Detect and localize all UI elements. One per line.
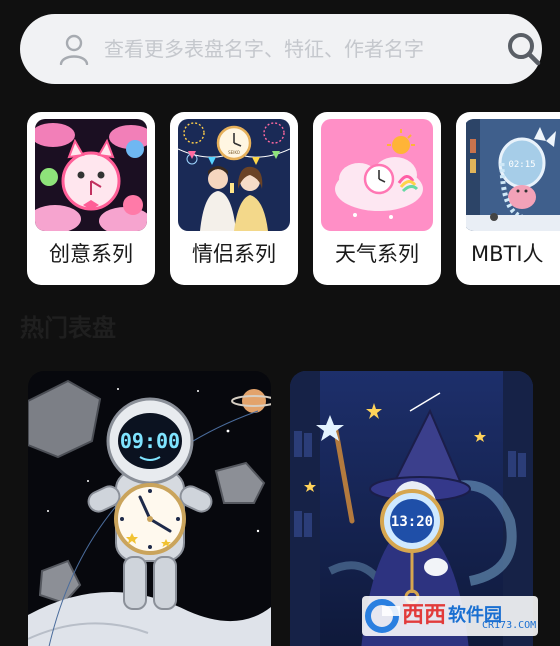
category-label: 天气系列 [335,242,419,266]
search-bar[interactable] [20,14,542,84]
couple-clock-label: SEIKO [228,150,240,155]
astronaut-illustration: 09:00 [28,371,271,646]
watermark-brand: 西西 [402,603,447,628]
astronaut-time-display: 09:00 [120,429,180,453]
mbti-clock-time: 02:15 [508,160,535,170]
creative-thumbnail [35,119,147,231]
watermark-site: CR173.COM [482,620,537,631]
weather-thumbnail [321,119,433,231]
page: 创意系列 SEIKO [0,0,560,646]
search-input[interactable] [104,30,484,68]
watermark: 西西 软件园 CR173.COM [362,596,538,636]
search-icon[interactable] [506,31,542,67]
watermark-logo-icon [365,599,400,633]
category-list[interactable]: 创意系列 SEIKO 情侣系列 天气系列 02:15 MBTI人 [0,112,560,287]
watch-face-card-astronaut[interactable]: 09:00 [28,371,271,646]
wizard-time-display: 13:20 [391,514,433,530]
category-label: 创意系列 [49,242,133,266]
category-card-creative[interactable]: 创意系列 [27,112,155,285]
mbti-thumbnail: 02:15 [466,119,560,231]
category-label: MBTI人 [471,242,544,266]
category-card-couple[interactable]: SEIKO 情侣系列 [170,112,298,285]
category-card-mbti[interactable]: 02:15 MBTI人 [456,112,560,285]
couple-thumbnail: SEIKO [178,119,290,231]
section-title: 热门表盘 [20,314,116,342]
category-label: 情侣系列 [192,242,276,266]
user-icon[interactable] [58,33,90,65]
category-card-weather[interactable]: 天气系列 [313,112,441,285]
